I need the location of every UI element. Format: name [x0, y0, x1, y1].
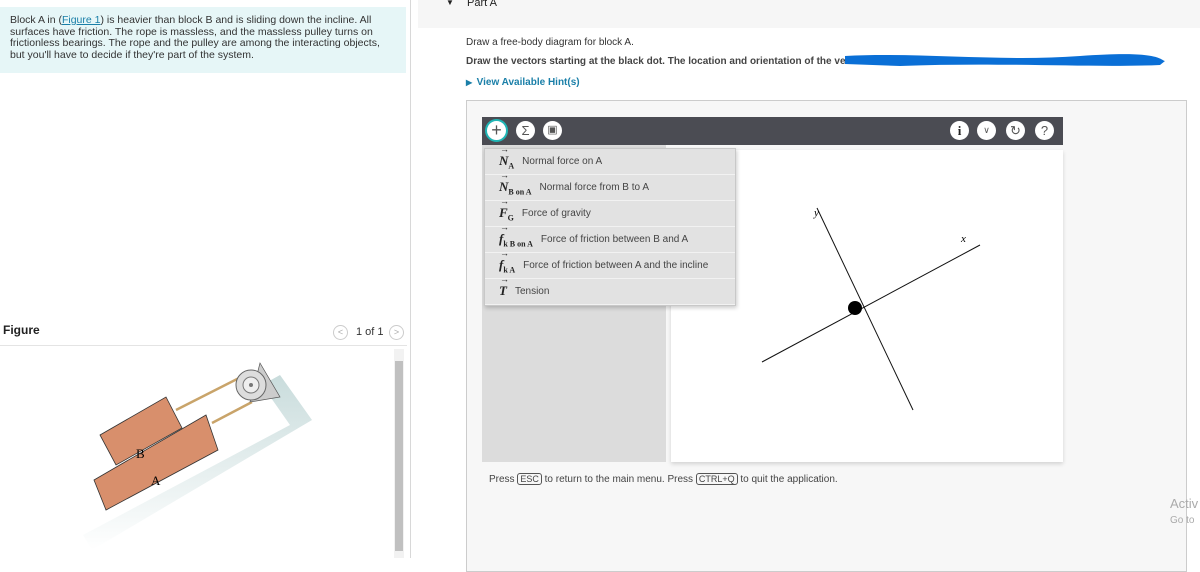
chevron-down-icon[interactable]: ∨ [977, 121, 996, 140]
prev-figure-button[interactable]: < [333, 325, 348, 340]
next-figure-button[interactable]: > [389, 325, 404, 340]
vector-menu-item[interactable]: T Tension [485, 274, 735, 305]
toolbar [482, 117, 1063, 145]
info-icon[interactable]: i [950, 121, 969, 140]
instruction: Draw the vectors starting at the black d… [466, 56, 870, 67]
vector-menu: NA Normal force on A NB on A Normal force f… [484, 144, 736, 306]
vector-menu-item[interactable]: FG Force of gravity [485, 196, 735, 227]
vector-symbol: NA [499, 144, 514, 170]
problem-text: Block A in ( [10, 14, 62, 26]
figure-scrollbar[interactable] [394, 349, 404, 558]
keyboard-hint: Press ESC to return to the main menu. Pr… [489, 473, 838, 485]
ctrl-q-key: CTRL+Q [695, 473, 738, 485]
figure-pager: 1 of 1 [356, 326, 384, 338]
vector-label: Force of friction between B and A [540, 234, 689, 245]
trash-icon[interactable]: ▣ [543, 121, 562, 140]
problem-statement: Block A in (Figure 1) is heavier than bl… [0, 7, 406, 73]
vector-label: Tension [514, 286, 550, 297]
redaction-mark [845, 54, 1165, 66]
esc-key: ESC [517, 473, 542, 485]
vector-symbol: FG [499, 196, 514, 222]
origin-dot[interactable] [848, 301, 862, 315]
vector-symbol: fk A [499, 248, 515, 274]
block-b-label: B [136, 446, 145, 461]
vector-label: Force of gravity [521, 208, 591, 219]
sigma-icon[interactable]: Σ [516, 121, 535, 140]
part-title: Part A [467, 0, 497, 9]
vector-symbol: NB on A [499, 170, 532, 196]
vector-symbol: T [499, 274, 509, 301]
vector-menu-item[interactable]: fk B on A Force of friction between B and… [485, 222, 735, 253]
vector-menu-item[interactable]: NB on A Normal force from B to A [485, 170, 735, 201]
divider [410, 0, 411, 558]
vector-symbol: fk B on A [499, 222, 533, 248]
y-axis-label: y [813, 207, 819, 219]
vector-menu-item[interactable]: fk A Force of friction between A and the … [485, 248, 735, 279]
vector-label: Normal force from B to A [539, 182, 649, 193]
windows-watermark: Activ [1170, 496, 1199, 511]
part-header[interactable]: ▼ Part A [418, 0, 1200, 28]
windows-watermark: Go to [1170, 515, 1195, 526]
triangle-right-icon: ▶ [466, 78, 477, 87]
vector-label: Normal force on A [522, 156, 603, 167]
plus-icon[interactable]: + [485, 119, 508, 142]
block-a-label: A [151, 473, 161, 488]
instruction: Draw a free-body diagram for block A. [466, 37, 634, 48]
vector-label: Force of friction between A and the incl… [523, 260, 709, 271]
incline-figure: B A [83, 362, 312, 550]
figure-link[interactable]: Figure 1 [62, 14, 101, 26]
footer-text: to return to the main menu. Press [541, 474, 696, 485]
collapse-icon: ▼ [446, 0, 454, 7]
vector-menu-item[interactable]: NA Normal force on A [485, 144, 735, 175]
hint-label: View Available Hint(s) [476, 77, 580, 88]
figure-label: Figure [3, 323, 40, 337]
view-hints-link[interactable]: ▶ View Available Hint(s) [466, 77, 580, 88]
x-axis-label: x [960, 233, 966, 245]
footer-text: to quit the application. [737, 474, 838, 485]
reset-icon[interactable]: ↻ [1006, 121, 1025, 140]
footer-text: Press [489, 474, 518, 485]
help-icon[interactable]: ? [1035, 121, 1054, 140]
scroll-thumb[interactable] [395, 361, 403, 551]
